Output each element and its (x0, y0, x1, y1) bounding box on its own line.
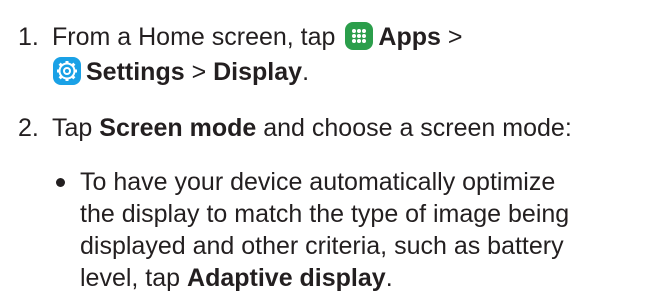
instruction-document: 1. From a Home screen, tap Apps > Settin… (0, 0, 652, 293)
apps-label: Apps (378, 23, 441, 51)
apps-grid-icon (344, 21, 374, 51)
step-1-line-2: Settings > Display. (52, 57, 309, 87)
step-2-number: 2. (18, 114, 39, 142)
step-2-lead: Tap (52, 114, 100, 142)
display-label: Display (213, 58, 303, 86)
step-1-line-1: From a Home screen, tap Apps > (52, 22, 462, 52)
bullet-line-2: the display to match the type of image b… (80, 200, 570, 228)
step-2-line: Tap Screen mode and choose a screen mode… (52, 113, 572, 143)
step-1-number: 1. (18, 23, 39, 51)
bullet-line-3: displayed and other criteria, such as ba… (80, 232, 564, 260)
bullet-last-end: . (385, 264, 393, 292)
bullet-line-1: To have your device automatically optimi… (80, 168, 556, 196)
step-1-separator-1: > (440, 23, 463, 51)
screen-mode-label: Screen mode (99, 114, 257, 142)
bullet-line-4: level, tap Adaptive display. (80, 263, 393, 293)
step-1-end: . (302, 58, 310, 86)
adaptive-display-label: Adaptive display (187, 264, 386, 292)
bullet-last-lead: level, tap (80, 264, 188, 292)
step-1-separator-2: > (184, 58, 214, 86)
step-1-lead-text: From a Home screen, tap (52, 23, 343, 51)
bullet-marker (56, 178, 65, 187)
step-2-trail: and choose a screen mode: (256, 114, 572, 142)
settings-gear-icon (52, 56, 82, 86)
settings-label: Settings (86, 58, 185, 86)
